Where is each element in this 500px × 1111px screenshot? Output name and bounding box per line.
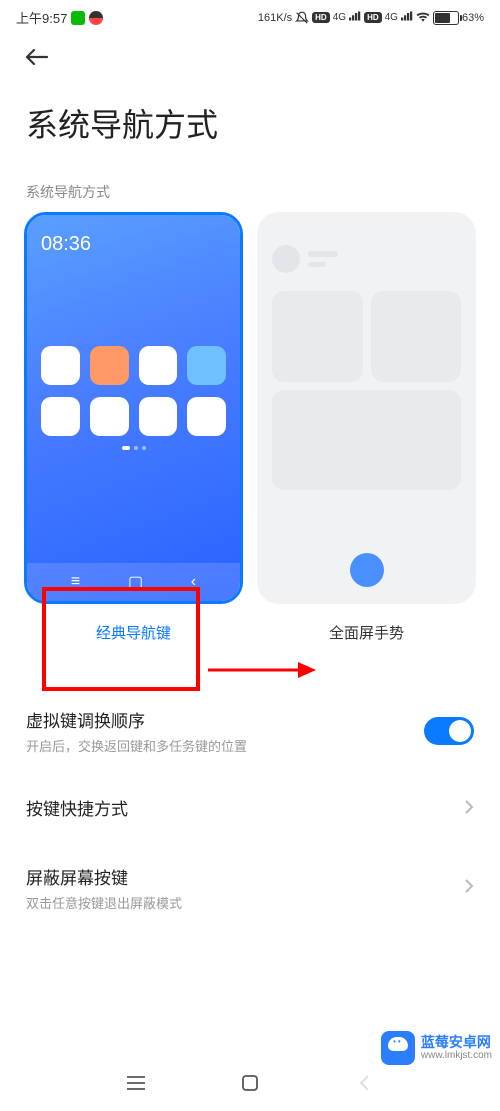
setting-swap-keys[interactable]: 虚拟键调换顺序 开启后，交换返回键和多任务键的位置 [26,687,474,775]
gesture-indicator [350,553,384,587]
watermark-logo [381,1031,415,1065]
card-placeholder [272,390,461,490]
back-icon: ‹ [191,573,196,591]
battery-icon [433,11,459,25]
status-left: 上午9:57 [16,8,103,27]
setting-desc: 双击任意按键退出屏蔽模式 [26,893,464,912]
nav-option-gesture[interactable]: 全面屏手势 [257,212,476,647]
classic-label: 经典导航键 [88,618,179,647]
gesture-header [272,245,461,273]
qq-icon [89,11,103,25]
hd-badge-1: HD [312,12,330,23]
app-icon [187,397,226,436]
setting-title: 按键快捷方式 [26,795,464,820]
signal-icon-1 [349,11,361,24]
setting-title: 屏蔽屏幕按键 [26,864,464,889]
status-bar: 上午9:57 161K/s HD 4G HD 4G 63% [0,0,500,31]
home-icon: ▢ [128,572,143,592]
annotation-arrow [206,658,316,682]
app-icon [139,397,178,436]
nav-options: 08:36 ≡ ▢ ‹ [0,212,500,647]
signal-icon-2 [401,11,413,24]
gesture-preview [257,212,476,604]
app-icon [41,346,80,385]
sys-menu-button[interactable] [121,1068,151,1098]
app-icon [187,346,226,385]
watermark-url: www.lmkjst.com [421,1050,492,1062]
net-type-1: 4G [333,12,346,23]
dnd-icon [295,11,309,25]
network-speed: 161K/s [258,12,292,24]
menu-icon: ≡ [71,573,80,591]
classic-preview: 08:36 ≡ ▢ ‹ [24,212,243,604]
sys-home-button[interactable] [235,1068,265,1098]
preview-time: 08:36 [41,233,226,256]
section-label: 系统导航方式 [0,158,500,212]
preview-nav-bar: ≡ ▢ ‹ [27,563,240,601]
page-dots [41,446,226,450]
setting-title: 虚拟键调换顺序 [26,707,424,732]
battery-percent: 63% [462,12,484,24]
toggle-swap-keys[interactable] [424,717,474,745]
avatar-placeholder [272,245,300,273]
chevron-right-icon [464,878,474,899]
status-time: 上午9:57 [16,8,67,27]
app-icon [90,346,129,385]
setting-key-shortcut[interactable]: 按键快捷方式 [26,775,474,844]
wechat-icon [71,11,85,25]
page-title: 系统导航方式 [0,80,500,158]
app-icon [41,397,80,436]
card-placeholder [371,291,462,382]
watermark: 蓝莓安卓网 www.lmkjst.com [381,1031,492,1065]
back-button[interactable] [0,31,500,80]
gesture-label: 全面屏手势 [321,618,412,647]
card-placeholder [272,291,363,382]
preview-icon-grid [41,346,226,436]
setting-shield-keys[interactable]: 屏蔽屏幕按键 双击任意按键退出屏蔽模式 [26,844,474,932]
settings-list: 虚拟键调换顺序 开启后，交换返回键和多任务键的位置 按键快捷方式 屏蔽屏幕按键 … [0,687,500,932]
app-icon [90,397,129,436]
chevron-right-icon [464,799,474,820]
net-type-2: 4G [385,12,398,23]
app-icon [139,346,178,385]
wifi-icon [416,11,430,25]
status-right: 161K/s HD 4G HD 4G 63% [258,11,484,25]
nav-option-classic[interactable]: 08:36 ≡ ▢ ‹ [24,212,243,647]
sys-back-button[interactable] [349,1068,379,1098]
system-nav-bar [0,1065,500,1101]
watermark-title: 蓝莓安卓网 [421,1034,492,1051]
hd-badge-2: HD [364,12,382,23]
setting-desc: 开启后，交换返回键和多任务键的位置 [26,736,424,755]
